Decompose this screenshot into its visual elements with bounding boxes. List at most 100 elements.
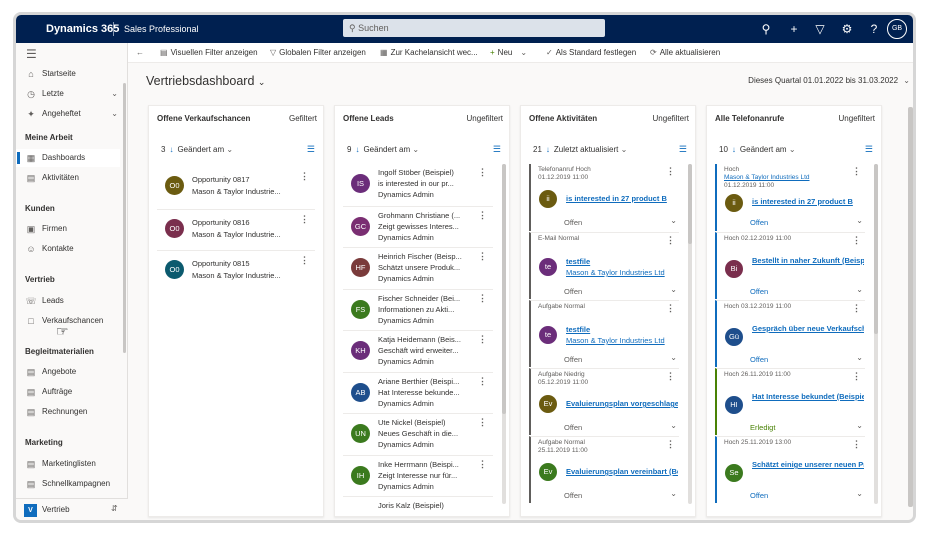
more-options-icon[interactable]: ⋮ (478, 417, 487, 428)
sidebar-item-auftraege[interactable]: ▤ Aufträge (16, 383, 120, 401)
list-item[interactable]: IH Inke Herrmann (Beispi... Zeigt Interess… (343, 454, 493, 496)
call-title-link[interactable]: Bestellt in naher Zukunft (Beispi (752, 256, 864, 265)
activity-title-link[interactable]: testfile (566, 257, 678, 266)
sidebar-item-kontakte[interactable]: ☺ Kontakte (16, 240, 120, 258)
activity-item[interactable]: Aufgabe Normal 25.11.2019 11:00 ⋮ Ev Evaluie… (529, 436, 679, 503)
scrollbar-thumb[interactable] (688, 164, 692, 244)
chevron-down-icon[interactable]: ⌄ (856, 216, 863, 225)
phone-call-item[interactable]: Hoch 02.12.2019 11:00 ⋮ Bi Bestellt in nahe… (715, 232, 865, 299)
more-options-icon[interactable]: ⋮ (852, 303, 861, 314)
sidebar-item-angeheftet[interactable]: ✦ Angeheftet ⌄ (16, 105, 120, 123)
phone-call-item[interactable]: Hoch Mason & Taylor Industries Ltd 01.12.2… (715, 164, 865, 231)
plus-icon[interactable]: + (786, 21, 802, 37)
card-scrollbar[interactable] (502, 164, 506, 504)
chevron-down-icon[interactable]: ⌄ (856, 285, 863, 294)
more-options-icon[interactable]: ⋮ (300, 171, 309, 182)
list-item[interactable]: FS Fischer Schneider (Bei... Informationen… (343, 288, 493, 330)
sidebar-scrollbar[interactable] (123, 83, 126, 353)
chevron-down-icon[interactable]: ⌄ (670, 285, 677, 294)
list-item[interactable]: AB Ariane Berthier (Beispi... Hat Interess… (343, 371, 493, 413)
more-options-icon[interactable]: ⋮ (666, 235, 675, 246)
call-title-link[interactable]: is interested in 27 product B (752, 197, 864, 206)
activity-title-link[interactable]: Evaluierungsplan vorgeschlagen (566, 399, 678, 408)
activity-title-link[interactable]: testfile (566, 325, 678, 334)
activity-regarding-link[interactable]: Mason & Taylor Industries Ltd (566, 336, 678, 345)
call-title-link[interactable]: Hat Interesse bekundet (Beispie (752, 392, 864, 401)
chevron-down-icon[interactable]: ⌄ (856, 489, 863, 498)
sort-arrow-icon[interactable]: ↓ (546, 145, 550, 154)
call-title-link[interactable]: Schätzt einige unserer neuen Pr (752, 460, 864, 469)
dashboard-selector[interactable]: Vertriebsdashboard ⌄ (146, 74, 265, 88)
sidebar-item-rechnungen[interactable]: ▤ Rechnungen (16, 403, 120, 421)
sidebar-item-letzte[interactable]: ◷ Letzte ⌄ (16, 85, 120, 103)
more-options-icon[interactable]: ⋮ (852, 235, 861, 246)
more-options-icon[interactable]: ⋮ (852, 166, 861, 177)
sort-control[interactable]: 21 ↓ Zuletzt aktualisiert ⌄ (533, 145, 627, 154)
scrollbar-thumb[interactable] (502, 164, 506, 414)
refresh-all-button[interactable]: ⟳ Alle aktualisieren (650, 48, 720, 57)
more-options-icon[interactable]: ⋮ (852, 371, 861, 382)
phone-call-item[interactable]: Hoch 25.11.2019 13:00 ⋮ Se Schätzt einige u… (715, 436, 865, 503)
area-switcher[interactable]: V Vertrieb ⇵ (16, 498, 128, 520)
lightbulb-icon[interactable]: ⚲ (758, 21, 774, 37)
sort-control[interactable]: 9 ↓ Geändert am ⌄ (347, 145, 419, 154)
sidebar-item-aktivitaeten[interactable]: ▤ Aktivitäten (16, 169, 120, 187)
view-options-icon[interactable]: ☰ (493, 144, 501, 155)
main-scrollbar[interactable] (908, 107, 913, 507)
activity-regarding-link[interactable]: Mason & Taylor Industries Ltd (566, 268, 678, 277)
chevron-down-icon[interactable]: ⌄ (856, 353, 863, 362)
global-filter-button[interactable]: ▽ Globalen Filter anzeigen (270, 48, 366, 57)
search-input[interactable]: ⚲ Suchen (343, 19, 605, 37)
new-button[interactable]: + Neu ⌄ (490, 48, 530, 57)
call-title-link[interactable]: Gespräch über neue Verkaufsch (752, 324, 864, 333)
chevron-down-icon[interactable]: ⌄ (111, 85, 118, 103)
list-item[interactable]: GC Grohmann Christiane (... Zeigt gewisses… (343, 205, 493, 247)
more-options-icon[interactable]: ⋮ (666, 303, 675, 314)
back-button[interactable]: ← (136, 48, 147, 57)
more-options-icon[interactable]: ⋮ (478, 376, 487, 387)
sort-control[interactable]: 3 ↓ Geändert am ⌄ (161, 145, 233, 154)
scrollbar-thumb[interactable] (874, 164, 878, 334)
more-options-icon[interactable]: ⋮ (478, 293, 487, 304)
view-options-icon[interactable]: ☰ (865, 144, 873, 155)
list-item[interactable]: O0 Opportunity 0817 Mason & Taylor Indus… (157, 168, 315, 208)
app-name[interactable]: Sales Professional (124, 24, 199, 34)
more-options-icon[interactable]: ⋮ (478, 251, 487, 262)
avatar[interactable]: GB (887, 19, 907, 39)
list-item[interactable]: HF Heinrich Fischer (Beisp... Schätzt unse… (343, 247, 493, 288)
chevron-down-icon[interactable]: ⌄ (670, 489, 677, 498)
more-options-icon[interactable]: ⋮ (666, 166, 675, 177)
chevron-down-icon[interactable]: ⌄ (856, 421, 863, 430)
chevron-down-icon[interactable]: ⌄ (670, 216, 677, 225)
hamburger-menu-icon[interactable]: ☰ (26, 47, 37, 61)
more-options-icon[interactable]: ⋮ (666, 371, 675, 382)
sidebar-item-firmen[interactable]: ▣ Firmen (16, 220, 120, 238)
more-options-icon[interactable]: ⋮ (852, 439, 861, 450)
set-default-button[interactable]: ✓ Als Standard festlegen (546, 48, 636, 57)
activity-title-link[interactable]: Evaluierungsplan vereinbart (Be (566, 467, 678, 476)
sort-arrow-icon[interactable]: ↓ (355, 145, 359, 154)
chevron-down-icon[interactable]: ⌄ (111, 105, 118, 123)
chevron-down-icon[interactable]: ⌄ (670, 353, 677, 362)
more-options-icon[interactable]: ⋮ (478, 167, 487, 178)
switch-area-icon[interactable]: ⇵ (111, 504, 118, 513)
more-options-icon[interactable]: ⋮ (300, 255, 309, 266)
card-scrollbar[interactable] (874, 164, 878, 504)
chevron-down-icon[interactable]: ⌄ (670, 421, 677, 430)
chevron-down-icon[interactable]: ⌄ (520, 48, 527, 57)
list-item[interactable]: IS Ingolf Stöber (Beispiel) is interested … (343, 164, 493, 205)
brand-logo[interactable]: Dynamics 365 (46, 23, 119, 35)
visual-filter-button[interactable]: ▤ Visuellen Filter anzeigen (160, 48, 258, 57)
view-options-icon[interactable]: ☰ (307, 144, 315, 155)
help-icon[interactable]: ? (866, 21, 882, 37)
sidebar-item-leads[interactable]: ☏ Leads (16, 292, 120, 310)
sidebar-item-marketinglisten[interactable]: ▤ Marketinglisten (16, 455, 120, 473)
period-selector[interactable]: Dieses Quartal 01.01.2022 bis 31.03.2022… (748, 76, 910, 85)
view-options-icon[interactable]: ☰ (679, 144, 687, 155)
sidebar-item-schnellkampagnen[interactable]: ▤ Schnellkampagnen (16, 475, 120, 493)
sidebar-item-startseite[interactable]: ⌂ Startseite (16, 65, 120, 83)
list-item[interactable]: KH Katja Heidemann (Beis... Geschäft wird … (343, 330, 493, 371)
list-item[interactable]: Joris Kalz (Beispiel) (343, 496, 493, 520)
more-options-icon[interactable]: ⋮ (300, 214, 309, 225)
gear-icon[interactable]: ⚙ (839, 21, 855, 37)
